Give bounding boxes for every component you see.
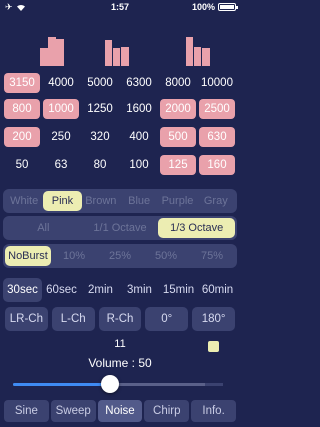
spectrum-bar [202,48,210,66]
status-right: 100% [191,2,238,12]
duration-selector: 30sec 60sec 2min 3min 15min 60min [3,278,237,302]
mode-tab[interactable]: Info. [191,400,236,422]
frequency-button[interactable]: 250 [43,127,79,147]
channel-option[interactable]: R-Ch [98,307,142,331]
noise-color-option[interactable]: White [5,191,43,211]
noise-color-option[interactable]: Blue [120,191,158,211]
burst-option[interactable]: NoBurst [5,246,51,266]
status-bar: ✈ 1:57 100% [0,0,240,14]
frequency-button[interactable]: 800 [4,99,40,119]
duration-option[interactable]: 2min [81,278,120,302]
frequency-button[interactable]: 1250 [82,99,118,119]
frequency-button[interactable]: 630 [199,127,235,147]
frequency-button[interactable]: 100 [121,155,157,175]
volume-slider-fill [13,383,110,386]
frequency-button[interactable]: 500 [160,127,196,147]
duration-option[interactable]: 15min [159,278,198,302]
octave-selector: All 1/1 Octave 1/3 Octave [3,216,237,240]
frequency-button[interactable]: 50 [4,155,40,175]
octave-option[interactable]: 1/3 Octave [158,218,236,238]
frequency-button[interactable]: 160 [199,155,235,175]
spectrum-bar [121,46,129,66]
frequency-button[interactable]: 2000 [160,99,196,119]
noise-color-option[interactable]: Pink [43,191,82,211]
spectrum-bar [112,48,121,66]
volume-slider-end [205,383,223,386]
burst-selector: NoBurst 10% 25% 50% 75% [3,244,237,268]
frequency-button[interactable]: 4000 [43,73,79,93]
burst-option[interactable]: 75% [189,246,235,266]
mode-tabbar: Sine Sweep Noise Chirp Info. [3,400,237,424]
volume-label: Volume : 50 [88,356,152,370]
octave-option[interactable]: 1/1 Octave [82,218,159,238]
frequency-button[interactable]: 1000 [43,99,79,119]
noise-color-option[interactable]: Gray [197,191,235,211]
frequency-button[interactable]: 2500 [199,99,235,119]
channel-option[interactable]: LR-Ch [5,307,48,331]
frequency-button[interactable]: 80 [82,155,118,175]
frequency-button[interactable]: 125 [160,155,196,175]
checkbox[interactable] [208,341,219,352]
duration-option[interactable]: 60min [198,278,237,302]
battery-icon [218,3,238,11]
mode-tab[interactable]: Chirp [144,400,190,422]
frequency-button[interactable]: 63 [43,155,79,175]
burst-option[interactable]: 50% [143,246,189,266]
battery-percent: 100% [191,2,215,12]
spectrum-bar [185,37,194,66]
frequency-button[interactable]: 200 [4,127,40,147]
mode-tab[interactable]: Noise [97,400,143,422]
mode-tab[interactable]: Sweep [50,400,96,422]
burst-option[interactable]: 25% [97,246,143,266]
spectrum-bar [48,37,56,66]
noise-color-option[interactable]: Brown [82,191,120,211]
channel-option[interactable]: L-Ch [51,307,95,331]
octave-option[interactable]: All [5,218,82,238]
channel-option[interactable]: 0° [145,307,189,331]
spectrum-bars [0,14,240,66]
frequency-button[interactable]: 5000 [82,73,118,93]
channel-option[interactable]: 180° [192,307,235,331]
mode-tab[interactable]: Sine [4,400,49,422]
duration-option[interactable]: 30sec [3,278,42,302]
volume-slider-thumb[interactable] [101,375,119,393]
burst-option[interactable]: 10% [51,246,97,266]
noise-color-option[interactable]: Purple [158,191,196,211]
spectrum-bar [104,40,113,66]
frequency-button[interactable]: 8000 [160,73,196,93]
frequency-button[interactable]: 400 [121,127,157,147]
frequency-button[interactable]: 6300 [121,73,157,93]
spectrum-bar [56,38,64,66]
duration-option[interactable]: 60sec [42,278,81,302]
channel-selector: LR-Ch L-Ch R-Ch 0° 180° [3,307,237,331]
frequency-button[interactable]: 320 [82,127,118,147]
spectrum-bar [40,48,48,66]
noise-color-selector: White Pink Brown Blue Purple Gray [3,189,237,213]
frequency-button[interactable]: 3150 [4,73,40,93]
duration-option[interactable]: 3min [120,278,159,302]
frequency-button[interactable]: 1600 [121,99,157,119]
counter-value: 11 [114,338,126,350]
spectrum-bar [193,46,202,66]
frequency-button[interactable]: 10000 [199,73,235,93]
